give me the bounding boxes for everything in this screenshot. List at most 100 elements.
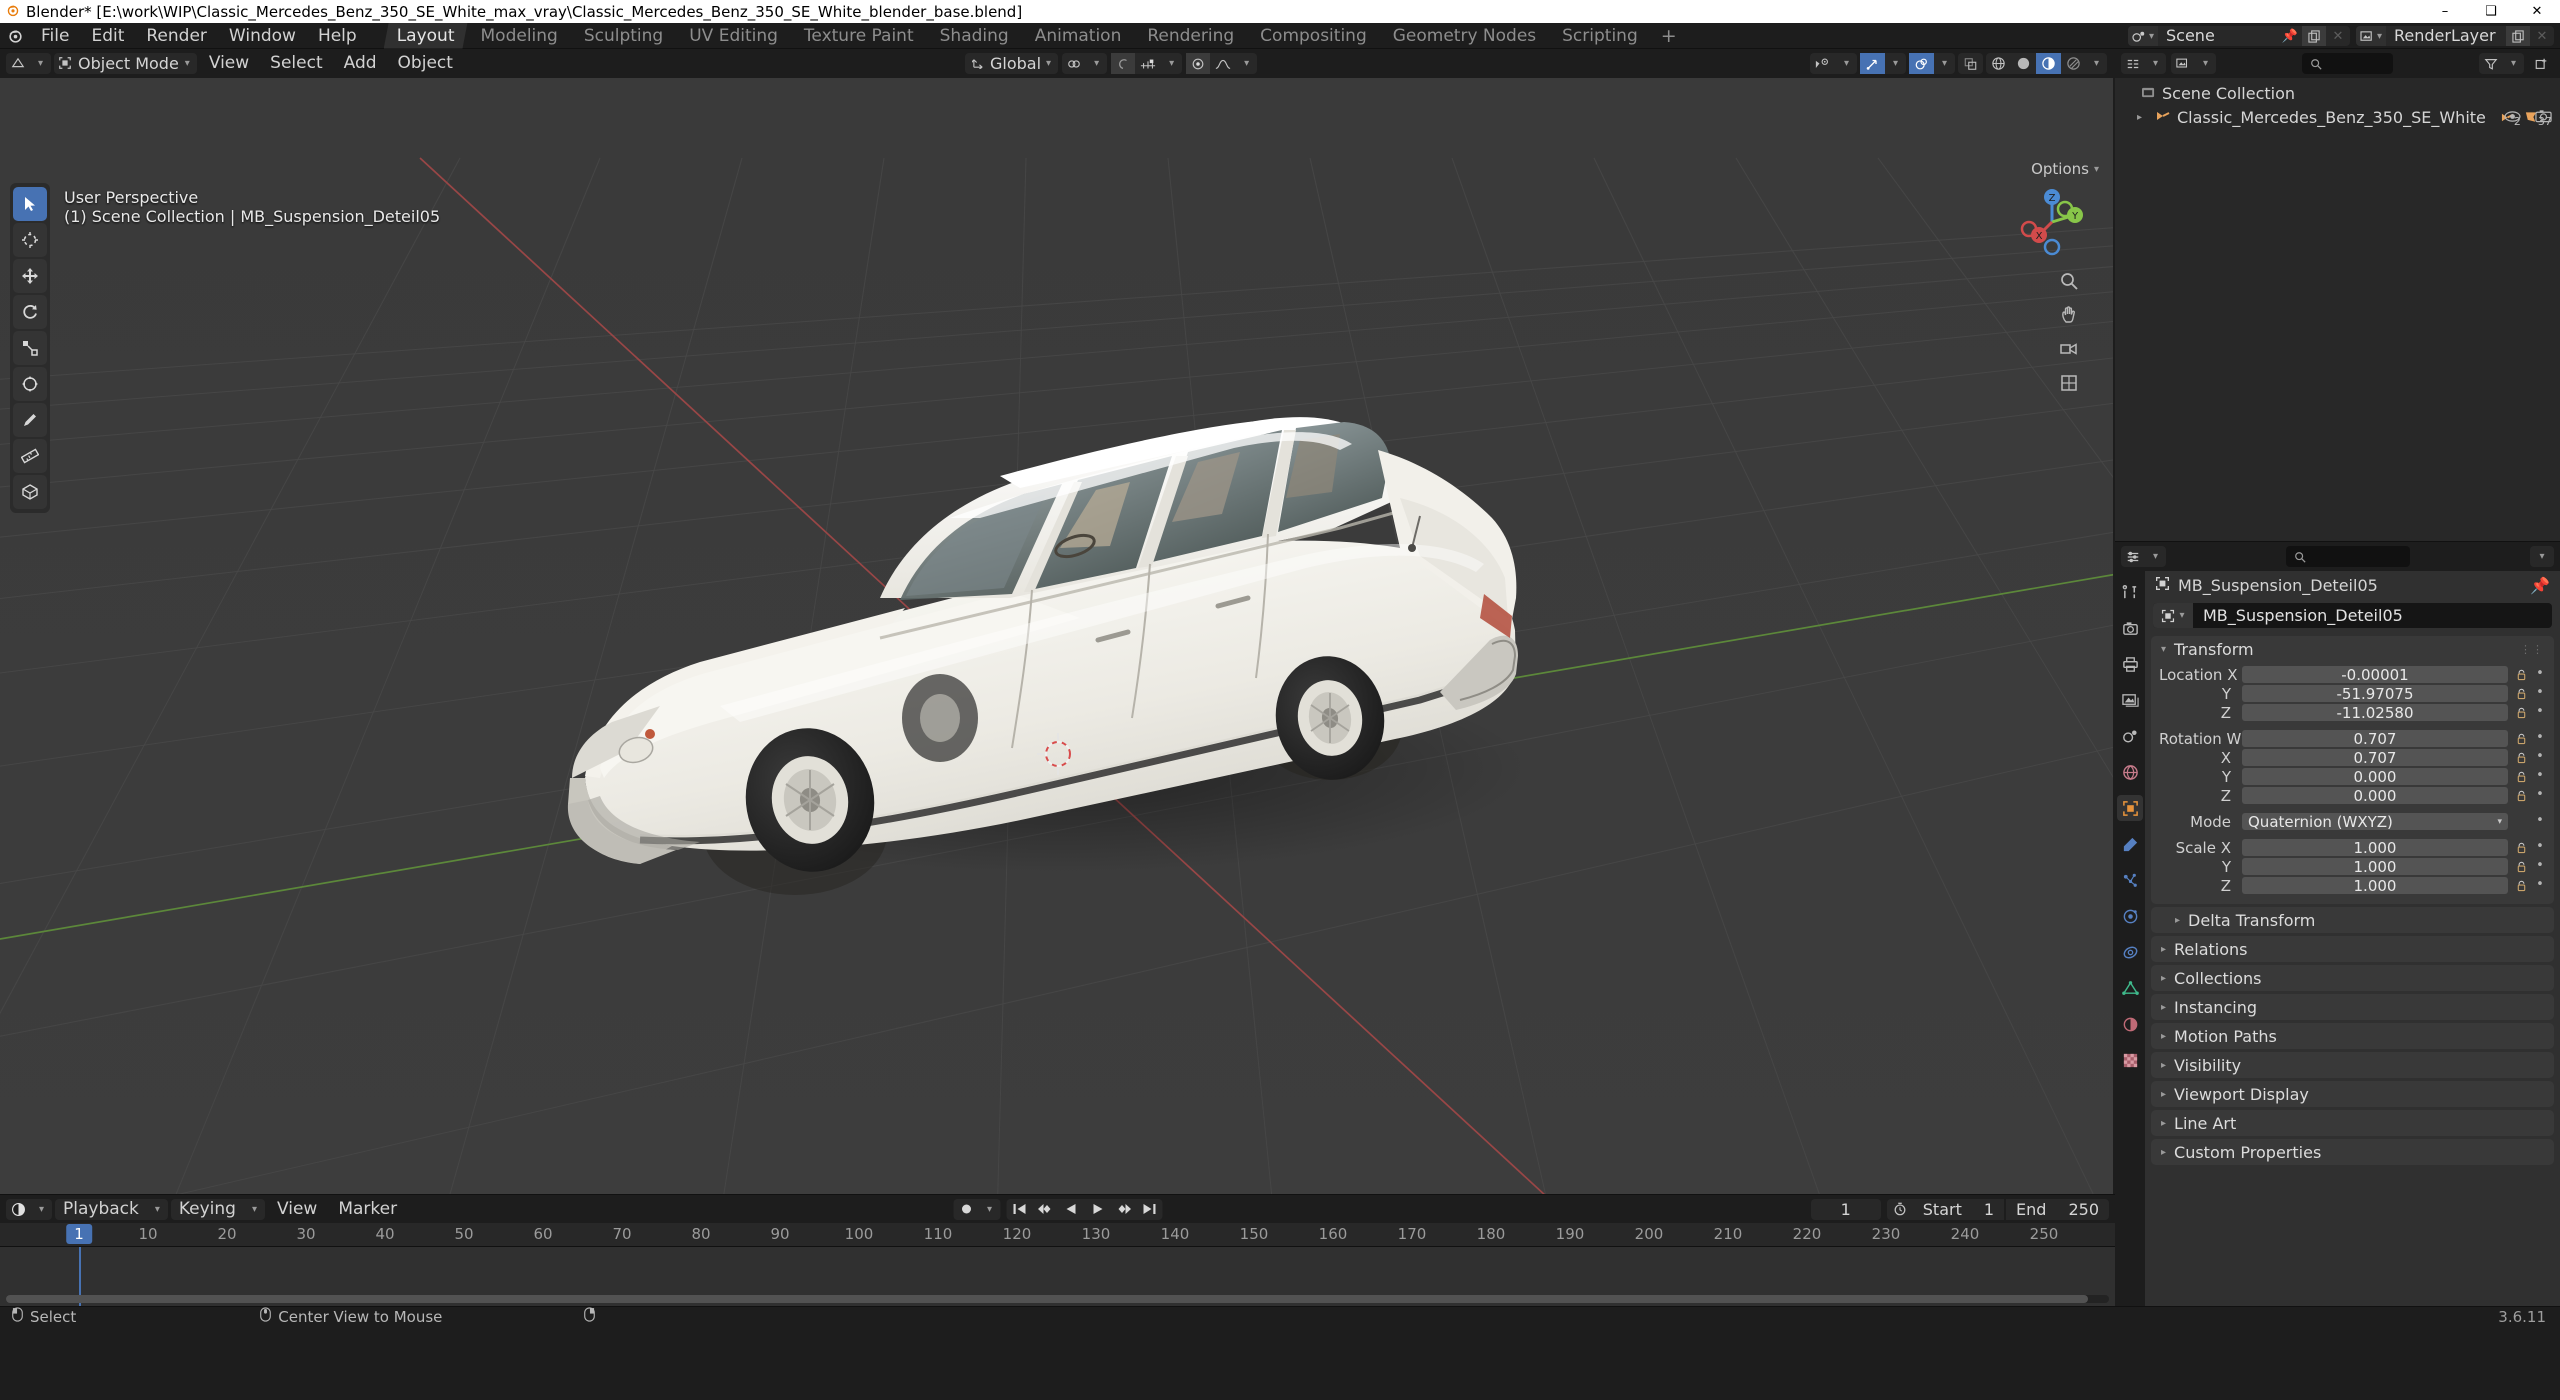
rendered-shading-icon[interactable]	[2061, 53, 2086, 74]
properties-search-input[interactable]	[2286, 546, 2410, 567]
mode-chevron-down-icon[interactable]: ▾	[185, 58, 190, 69]
viewport-menu-object[interactable]: Object	[389, 49, 462, 78]
location-y-field[interactable]: -51.97075	[2242, 685, 2508, 703]
properties-tab-view-layer[interactable]	[2117, 687, 2143, 713]
proportional-editing-group[interactable]: ▾	[1111, 53, 1183, 74]
section-viewport-display[interactable]: ▸ Viewport Display	[2151, 1081, 2554, 1107]
properties-tab-world[interactable]	[2117, 759, 2143, 785]
toggle-camera-view-icon[interactable]	[2056, 336, 2082, 362]
scale-x-animate-icon[interactable]: •	[2534, 839, 2546, 854]
location-x-animate-icon[interactable]: •	[2534, 666, 2546, 681]
keying-menu-label[interactable]: Keying	[171, 1199, 244, 1220]
rotation-w-field[interactable]: 0.707	[2242, 730, 2508, 748]
playback-menu-label[interactable]: Playback	[55, 1199, 147, 1220]
use-preview-range-icon[interactable]	[1886, 1198, 1913, 1220]
transform-orientation-selector[interactable]: Global ▾	[965, 53, 1059, 74]
auto-keying-icon[interactable]	[953, 1199, 979, 1220]
jump-to-end-button[interactable]	[1136, 1199, 1162, 1220]
timeline-editor-chevron-down-icon[interactable]: ▾	[31, 1199, 52, 1220]
add-cube-tool-icon[interactable]	[13, 475, 47, 509]
snapping-target-group[interactable]: ▾	[1186, 53, 1258, 74]
viewport-menu-view[interactable]: View	[200, 49, 258, 78]
object-visibility-icon[interactable]	[1810, 53, 1836, 74]
workspace-tab-compositing[interactable]: Compositing	[1247, 23, 1380, 49]
workspace-tab-texture-paint[interactable]: Texture Paint	[791, 23, 927, 49]
gizmo-group[interactable]: ▾	[1860, 53, 1906, 74]
scale-tool-icon[interactable]	[13, 331, 47, 365]
timeline-editor-type-selector[interactable]: ▾	[6, 1198, 52, 1220]
editor-type-selector[interactable]: ▾	[6, 53, 51, 74]
location-z-lock-icon[interactable]	[2513, 707, 2529, 719]
editor-type-icon[interactable]	[6, 53, 30, 74]
delete-viewlayer-icon[interactable]: ✕	[2530, 26, 2554, 46]
shading-chevron-down-icon[interactable]: ▾	[2086, 53, 2107, 74]
workspace-tab-modeling[interactable]: Modeling	[468, 23, 571, 49]
section-instancing[interactable]: ▸ Instancing	[2151, 994, 2554, 1020]
section-motion-paths[interactable]: ▸ Motion Paths	[2151, 1023, 2554, 1049]
rotation-x-lock-icon[interactable]	[2513, 752, 2529, 764]
scale-z-lock-icon[interactable]	[2513, 880, 2529, 892]
outliner-editor-icon[interactable]	[2121, 53, 2145, 74]
section-relations[interactable]: ▸ Relations	[2151, 936, 2554, 962]
blender-logo-icon[interactable]	[0, 27, 30, 44]
hide-in-viewport-icon[interactable]	[2504, 108, 2521, 127]
workspace-tab-shading[interactable]: Shading	[927, 23, 1022, 49]
section-collections[interactable]: ▸ Collections	[2151, 965, 2554, 991]
current-frame-indicator[interactable]: 1	[66, 1224, 92, 1244]
properties-tab-output[interactable]	[2117, 651, 2143, 677]
new-collection-icon[interactable]	[2529, 53, 2554, 74]
delete-scene-icon[interactable]: ✕	[2326, 26, 2350, 46]
outliner-editor-chevron-down-icon[interactable]: ▾	[2145, 53, 2166, 74]
zoom-view-icon[interactable]	[2056, 268, 2082, 294]
rotation-z-lock-icon[interactable]	[2513, 790, 2529, 802]
properties-editor-icon[interactable]	[2121, 546, 2145, 567]
scale-z-field[interactable]: 1.000	[2242, 877, 2508, 895]
menu-file[interactable]: File	[30, 23, 80, 49]
timeline-body[interactable]	[0, 1247, 2115, 1306]
scale-y-lock-icon[interactable]	[2513, 861, 2529, 873]
properties-tab-material[interactable]	[2117, 1011, 2143, 1037]
pan-view-icon[interactable]	[2056, 302, 2082, 328]
properties-tab-physics[interactable]	[2117, 903, 2143, 929]
properties-tab-render[interactable]	[2117, 615, 2143, 641]
filter-chevron-down-icon[interactable]: ▾	[2503, 53, 2524, 74]
scale-y-animate-icon[interactable]: •	[2534, 858, 2546, 873]
outliner-tree[interactable]: Scene Collection ▸ Classic_Mercedes_Benz…	[2115, 78, 2560, 541]
disable-in-renders-icon[interactable]	[2535, 108, 2552, 127]
outliner-editor-type-selector[interactable]: ▾	[2121, 53, 2166, 74]
rotation-mode-dropdown[interactable]: Quaternion (WXYZ) ▾	[2242, 813, 2508, 831]
end-frame-field[interactable]: End 250	[2006, 1198, 2109, 1220]
next-keyframe-button[interactable]	[1110, 1199, 1136, 1220]
outliner-row-object[interactable]: ▸ Classic_Mercedes_Benz_350_SE_White 2 3…	[2115, 105, 2560, 129]
workspace-tab-scripting[interactable]: Scripting	[1549, 23, 1651, 49]
properties-tab-particles[interactable]	[2117, 867, 2143, 893]
location-x-field[interactable]: -0.00001	[2242, 666, 2508, 684]
scale-y-field[interactable]: 1.000	[2242, 858, 2508, 876]
outliner-display-mode[interactable]: ▾	[2171, 53, 2216, 74]
workspace-tab-layout[interactable]: Layout	[384, 23, 468, 49]
properties-options-chevron-down-icon[interactable]: ▾	[2530, 546, 2554, 567]
show-overlays-icon[interactable]	[1909, 53, 1934, 74]
viewport-menu-add[interactable]: Add	[335, 49, 386, 78]
viewlayer-selector[interactable]: ▾ RenderLayer ✕	[2356, 26, 2554, 46]
pin-properties-icon[interactable]: 📌	[2530, 576, 2550, 595]
close-button[interactable]: ✕	[2514, 0, 2560, 23]
outliner-filter-group[interactable]: ▾	[2479, 53, 2525, 74]
timeline-ruler[interactable]: 1 10 20 30 40 50 60 70 80 90 100 110 120…	[0, 1223, 2115, 1247]
show-gizmo-icon[interactable]	[1860, 53, 1885, 74]
navigation-gizmo[interactable]: Z Y X	[2013, 183, 2091, 261]
display-mode-chevron-down-icon[interactable]: ▾	[2195, 53, 2216, 74]
pin-scene-icon[interactable]: 📌	[2278, 26, 2302, 46]
rotation-y-animate-icon[interactable]: •	[2534, 768, 2546, 783]
add-workspace-button[interactable]: +	[1651, 23, 1687, 49]
timeline-menu-view[interactable]: View	[268, 1195, 326, 1223]
workspace-tab-sculpting[interactable]: Sculpting	[571, 23, 676, 49]
proportional-chevron-down-icon[interactable]: ▾	[1161, 53, 1182, 74]
timeline-horizontal-scrollbar[interactable]	[6, 1295, 2109, 1303]
timeline-menu-marker[interactable]: Marker	[329, 1195, 406, 1223]
snap-chevron-down-icon[interactable]: ▾	[1086, 53, 1107, 74]
rotation-z-animate-icon[interactable]: •	[2534, 787, 2546, 802]
properties-tab-modifiers[interactable]	[2117, 831, 2143, 857]
snap-magnet-icon[interactable]	[1062, 53, 1086, 74]
material-preview-shading-icon[interactable]	[2036, 53, 2061, 74]
